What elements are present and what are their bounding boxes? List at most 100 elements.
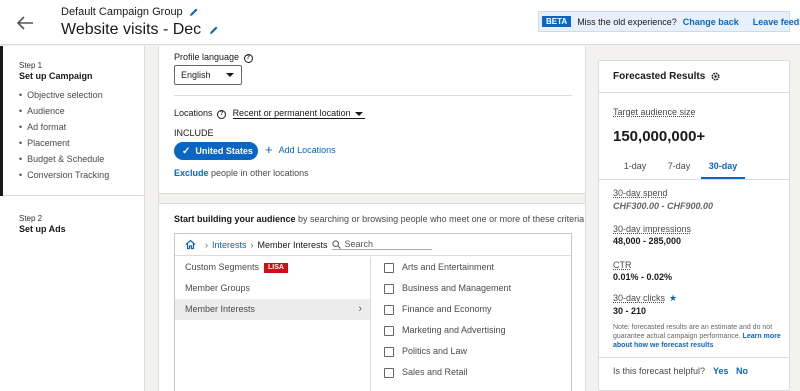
interest-marketing[interactable]: Marketing and Advertising xyxy=(372,320,571,341)
campaign-name: Website visits - Dec xyxy=(61,21,202,38)
profile-language-text: Profile language xyxy=(174,52,240,62)
substep-placement[interactable]: Placement xyxy=(19,135,109,151)
chevron-right-icon: › xyxy=(205,239,208,250)
forecast-title: Forecasted Results xyxy=(613,71,706,82)
help-icon[interactable]: ? xyxy=(217,110,227,119)
step-1-section[interactable]: Step 1 Set up Campaign Objective selecti… xyxy=(0,46,145,196)
checkbox[interactable] xyxy=(384,367,394,378)
category-label: Member Groups xyxy=(185,283,251,293)
checkbox[interactable] xyxy=(384,262,394,273)
profile-language-label: Profile language ? xyxy=(174,52,253,63)
language-select[interactable]: English xyxy=(174,65,242,85)
locations-row: Locations ? Recent or permanent location xyxy=(174,108,365,119)
help-icon[interactable]: ? xyxy=(243,54,253,63)
section-separator xyxy=(159,193,585,204)
checkbox[interactable] xyxy=(384,346,394,357)
search-input[interactable]: Search xyxy=(331,239,432,250)
location-type-select[interactable]: Recent or permanent location xyxy=(232,108,365,119)
caret-down-icon xyxy=(354,112,363,116)
audience-main-panel: Profile language ? English Locations ? R… xyxy=(158,46,586,391)
helpful-question: Is this forecast helpful? xyxy=(613,366,706,376)
edit-campaign-pencil-icon[interactable] xyxy=(209,25,219,35)
checkbox[interactable] xyxy=(384,283,394,294)
forecast-note: Note: forecasted results are an estimate… xyxy=(613,323,781,350)
substep-budget[interactable]: Budget & Schedule xyxy=(19,151,109,167)
spend-label[interactable]: 30-day spend xyxy=(613,188,668,198)
edit-group-pencil-icon[interactable] xyxy=(189,7,199,17)
tab-7-day[interactable]: 7-day xyxy=(657,157,701,179)
interest-business[interactable]: Business and Management xyxy=(372,278,571,299)
location-pill-label: United States xyxy=(195,146,253,156)
tab-30-day[interactable]: 30-day xyxy=(701,157,745,179)
category-custom-segments[interactable]: Custom Segments LISA xyxy=(175,257,370,278)
forecast-panel: Forecasted Results Target audience size … xyxy=(598,60,790,391)
campaign-title-row: Website visits - Dec xyxy=(61,21,219,39)
lisa-badge: LISA xyxy=(264,263,288,273)
interest-sales[interactable]: Sales and Retail xyxy=(372,362,571,383)
forecast-header: Forecasted Results xyxy=(599,61,789,93)
checkbox[interactable] xyxy=(384,325,394,336)
interest-arts[interactable]: Arts and Entertainment xyxy=(372,257,571,278)
substep-ad-format[interactable]: Ad format xyxy=(19,119,109,135)
exclude-text: people in other locations xyxy=(211,168,309,178)
target-audience-label[interactable]: Target audience size xyxy=(613,107,696,117)
build-audience-heading: Start building your audience by searchin… xyxy=(174,214,584,224)
location-pill-united-states[interactable]: ✓ United States xyxy=(174,142,258,160)
step-2-title[interactable]: Set up Ads xyxy=(19,224,66,234)
clicks-label[interactable]: 30-day clicks xyxy=(613,293,665,303)
category-label: Custom Segments xyxy=(185,262,260,272)
exclude-link[interactable]: Exclude xyxy=(174,168,209,178)
caret-down-icon xyxy=(226,73,234,77)
crumb-member-interests: Member Interests xyxy=(257,239,328,250)
campaign-group-row: Default Campaign Group xyxy=(61,6,199,18)
beta-badge: BETA xyxy=(542,16,572,27)
interest-list: Arts and Entertainment Business and Mana… xyxy=(372,257,571,391)
build-audience-bold: Start building your audience xyxy=(174,214,296,224)
interest-label: Marketing and Advertising xyxy=(402,325,506,335)
interest-finance[interactable]: Finance and Economy xyxy=(372,299,571,320)
locations-label: Locations xyxy=(174,108,213,118)
home-icon[interactable] xyxy=(185,239,196,250)
beta-message: Miss the old experience? xyxy=(577,16,677,27)
impressions-label[interactable]: 30-day impressions xyxy=(613,224,691,234)
step-1-title: Set up Campaign xyxy=(19,71,93,81)
plus-icon: + xyxy=(265,142,273,157)
crumb-interests[interactable]: Interests xyxy=(212,240,247,250)
clicks-value: 30 - 210 xyxy=(613,306,647,316)
impressions-value: 48,000 - 285,000 xyxy=(613,236,682,246)
ctr-label[interactable]: CTR xyxy=(613,260,632,270)
campaign-group-name: Default Campaign Group xyxy=(61,6,183,18)
category-member-groups[interactable]: Member Groups xyxy=(175,278,370,299)
change-back-link[interactable]: Change back xyxy=(683,17,739,27)
category-label: Member Interests xyxy=(185,304,256,314)
search-icon xyxy=(331,239,341,249)
step-2-number: Step 2 xyxy=(19,214,43,223)
helpful-no-button[interactable]: No xyxy=(736,366,748,376)
substep-audience[interactable]: Audience xyxy=(19,103,109,119)
build-audience-rest: by searching or browsing people who meet… xyxy=(298,214,585,224)
checkbox[interactable] xyxy=(384,304,394,315)
helpful-yes-button[interactable]: Yes xyxy=(713,366,729,376)
interest-label: Business and Management xyxy=(402,283,512,293)
search-placeholder: Search xyxy=(344,239,374,249)
leave-feedback-link[interactable]: Leave feedback xyxy=(753,17,800,27)
substep-conversion[interactable]: Conversion Tracking xyxy=(19,167,109,183)
beta-banner: BETA Miss the old experience? Change bac… xyxy=(538,11,800,32)
category-member-interests[interactable]: Member Interests › xyxy=(175,299,370,320)
forecast-divider xyxy=(599,179,789,180)
language-value: English xyxy=(181,70,211,80)
substep-objective[interactable]: Objective selection xyxy=(19,87,109,103)
interest-label: Politics and Law xyxy=(402,346,468,356)
tab-1-day[interactable]: 1-day xyxy=(613,157,657,179)
category-list: Custom Segments LISA Member Groups Member… xyxy=(175,257,371,391)
top-header: Default Campaign Group Website visits - … xyxy=(0,0,800,45)
add-locations-button[interactable]: + Add Locations xyxy=(265,142,336,157)
add-locations-label: Add Locations xyxy=(278,145,336,155)
interest-label: Sales and Retail xyxy=(402,367,468,377)
gear-icon[interactable] xyxy=(710,71,721,82)
target-audience-value: 150,000,000+ xyxy=(613,128,706,145)
check-icon: ✓ xyxy=(182,145,191,157)
back-arrow-icon[interactable] xyxy=(14,12,36,34)
breadcrumb: › Interests › Member Interests Search xyxy=(175,234,571,256)
interest-politics[interactable]: Politics and Law xyxy=(372,341,571,362)
